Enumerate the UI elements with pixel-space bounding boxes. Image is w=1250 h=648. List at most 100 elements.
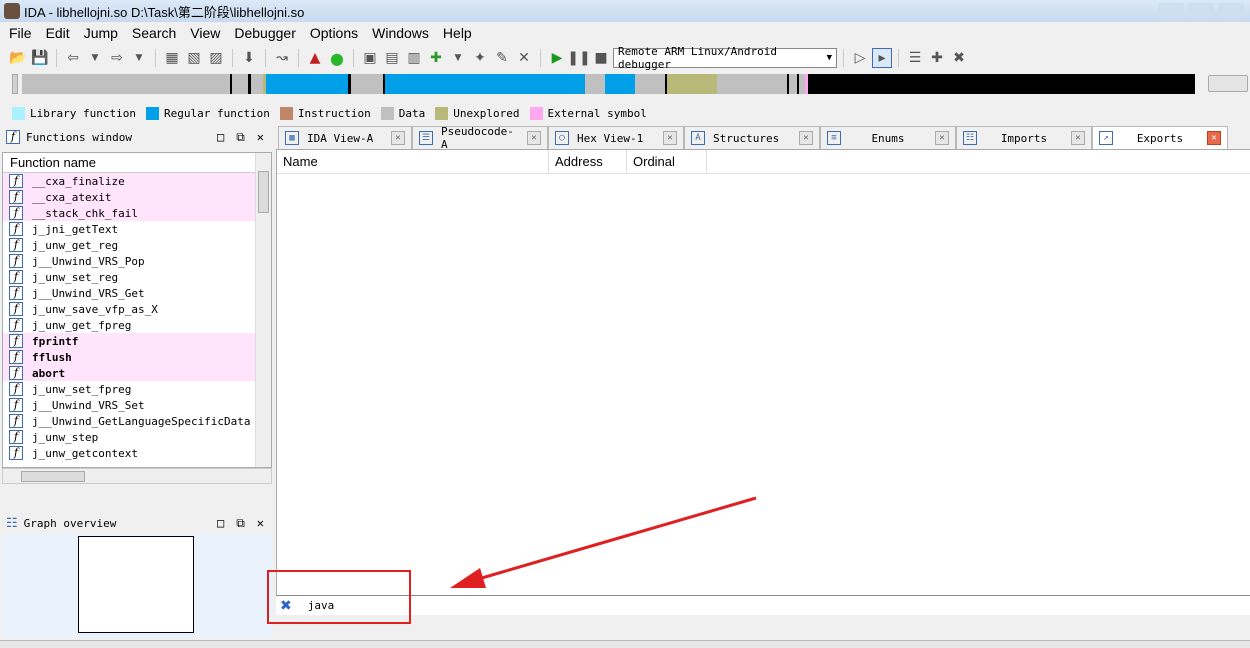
list-item[interactable]: f j_unw_get_reg [3, 237, 255, 253]
menu-windows[interactable]: Windows [365, 25, 436, 41]
menu-help[interactable]: Help [436, 25, 479, 41]
close-icon[interactable]: ✕ [663, 131, 677, 145]
vertical-scrollbar[interactable] [255, 153, 271, 467]
list-item[interactable]: f abort [3, 365, 255, 381]
close-icon[interactable]: ✕ [935, 131, 949, 145]
legend-swatch [380, 106, 394, 120]
edit-icon[interactable]: ✎ [492, 48, 512, 68]
list-item[interactable]: f j__Unwind_GetLanguageSpecificData [3, 413, 255, 429]
maximize-button[interactable] [1188, 3, 1214, 17]
navigation-strip[interactable] [22, 74, 1195, 94]
list-item[interactable]: f __stack_chk_fail [3, 205, 255, 221]
list-item[interactable]: f __cxa_atexit [3, 189, 255, 205]
string-icon[interactable]: ▥ [404, 48, 424, 68]
immediate-search-icon[interactable]: ▨ [206, 48, 226, 68]
column-header-name[interactable]: Name [277, 150, 549, 173]
graph-viewport[interactable] [78, 536, 194, 633]
navigation-band[interactable] [0, 72, 1250, 96]
restore-icon[interactable]: ⧉ [236, 130, 245, 145]
data-icon[interactable]: ▤ [382, 48, 402, 68]
close-icon[interactable]: ✕ [257, 516, 264, 530]
graph-overview-canvas[interactable] [2, 534, 272, 638]
close-icon[interactable]: ✕ [257, 130, 264, 144]
tab-exports[interactable]: ↗ Exports ✕ [1092, 126, 1228, 149]
undefine-icon[interactable]: ✕ [514, 48, 534, 68]
list-item[interactable]: f j_unw_set_reg [3, 269, 255, 285]
warning-icon[interactable]: ▲ [305, 48, 325, 68]
list-item[interactable]: f j_unw_step [3, 429, 255, 445]
close-icon[interactable]: ✕ [1071, 131, 1085, 145]
menu-search[interactable]: Search [125, 25, 183, 41]
tab-structures[interactable]: A Structures ✕ [684, 126, 820, 149]
open-folder-icon[interactable]: 📂 [8, 48, 28, 68]
horizontal-scrollbar[interactable] [2, 468, 272, 484]
play-icon[interactable]: ▶ [547, 48, 567, 68]
debugger-select[interactable]: Remote ARM Linux/Android debugger ▼ [613, 45, 837, 71]
list-item[interactable]: f __cxa_finalize [3, 173, 255, 189]
exports-table[interactable]: Name Address Ordinal [276, 149, 1250, 595]
back-arrow-icon[interactable]: ⇦ [63, 48, 83, 68]
jump-down-icon[interactable]: ⬇ [239, 48, 259, 68]
breakpoint-remove-icon[interactable]: ✖ [949, 48, 969, 68]
stop-icon[interactable]: ■ [591, 48, 611, 68]
tab-enums[interactable]: ≡ Enums ✕ [820, 126, 956, 149]
breakpoint-add-icon[interactable]: ✚ [927, 48, 947, 68]
function-name: j__Unwind_VRS_Pop [32, 254, 145, 268]
list-item[interactable]: f j_unw_get_fpreg [3, 317, 255, 333]
list-item[interactable]: f fprintf [3, 333, 255, 349]
close-button[interactable] [1218, 3, 1244, 17]
scrollbar-thumb[interactable] [258, 171, 269, 213]
forward-arrow-icon[interactable]: ⇨ [107, 48, 127, 68]
tab-pseudocode-a[interactable]: ☰ Pseudocode-A ✕ [412, 125, 548, 151]
list-item[interactable]: f j__Unwind_VRS_Set [3, 397, 255, 413]
nav-left-handle[interactable] [12, 74, 18, 94]
save-icon[interactable]: 💾 [30, 48, 50, 68]
function-name: j_unw_step [32, 430, 99, 444]
close-icon[interactable]: ✕ [527, 131, 541, 145]
menu-file[interactable]: File [2, 25, 39, 41]
restore-icon[interactable]: ⧉ [236, 516, 245, 531]
close-icon[interactable]: ✕ [1207, 131, 1221, 145]
graph-toggle-icon[interactable]: ▸ [872, 48, 892, 68]
minimize-icon[interactable]: □ [217, 516, 224, 530]
tab-ida-view-a[interactable]: ▦ IDA View-A ✕ [278, 126, 412, 149]
menu-edit[interactable]: Edit [39, 25, 77, 41]
text-search-icon[interactable]: ▧ [184, 48, 204, 68]
list-item[interactable]: f j__Unwind_VRS_Pop [3, 253, 255, 269]
list-item[interactable]: f j__Unwind_VRS_Get [3, 285, 255, 301]
menu-debugger[interactable]: Debugger [227, 25, 303, 41]
tab-hex-view-1[interactable]: ◯ Hex View-1 ✕ [548, 126, 684, 149]
menu-view[interactable]: View [183, 25, 227, 41]
menu-jump[interactable]: Jump [77, 25, 125, 41]
close-icon[interactable]: ✕ [799, 131, 813, 145]
xref-icon[interactable]: ↝ [272, 48, 292, 68]
column-header-function-name[interactable]: Function name [3, 153, 271, 173]
list-item[interactable]: f j_unw_getcontext [3, 445, 255, 461]
pseudocode-toggle-icon[interactable]: ▷ [850, 48, 870, 68]
column-header-address[interactable]: Address [549, 150, 627, 173]
chevron-down-icon[interactable]: ▼ [129, 48, 149, 68]
list-item[interactable]: f fflush [3, 349, 255, 365]
pause-icon[interactable]: ❚❚ [567, 48, 590, 68]
close-icon[interactable]: ✕ [391, 131, 405, 145]
add-function-icon[interactable]: ✚ [426, 48, 446, 68]
list-item[interactable]: f j_unw_set_fpreg [3, 381, 255, 397]
binary-search-icon[interactable]: ▦ [162, 48, 182, 68]
nav-right-handle[interactable] [1208, 75, 1248, 92]
minimize-button[interactable] [1158, 3, 1184, 17]
functions-list[interactable]: Function name f __cxa_finalize f __cxa_ate… [2, 152, 272, 468]
minimize-icon[interactable]: □ [217, 130, 224, 144]
list-icon[interactable]: ☰ [905, 48, 925, 68]
struct-icon[interactable]: ✦ [470, 48, 490, 68]
legend-item-unexplored: Unexplored [435, 106, 520, 120]
chevron-down-icon[interactable]: ▼ [85, 48, 105, 68]
chevron-down-icon[interactable]: ▼ [448, 48, 468, 68]
menu-options[interactable]: Options [303, 25, 365, 41]
green-circle-icon[interactable]: ● [327, 48, 347, 68]
list-item[interactable]: f j_unw_save_vfp_as_X [3, 301, 255, 317]
tab-imports[interactable]: ☷ Imports ✕ [956, 126, 1092, 149]
scrollbar-thumb[interactable] [21, 471, 85, 482]
list-item[interactable]: f j_jni_getText [3, 221, 255, 237]
code-icon[interactable]: ▣ [360, 48, 380, 68]
column-header-ordinal[interactable]: Ordinal [627, 150, 707, 173]
